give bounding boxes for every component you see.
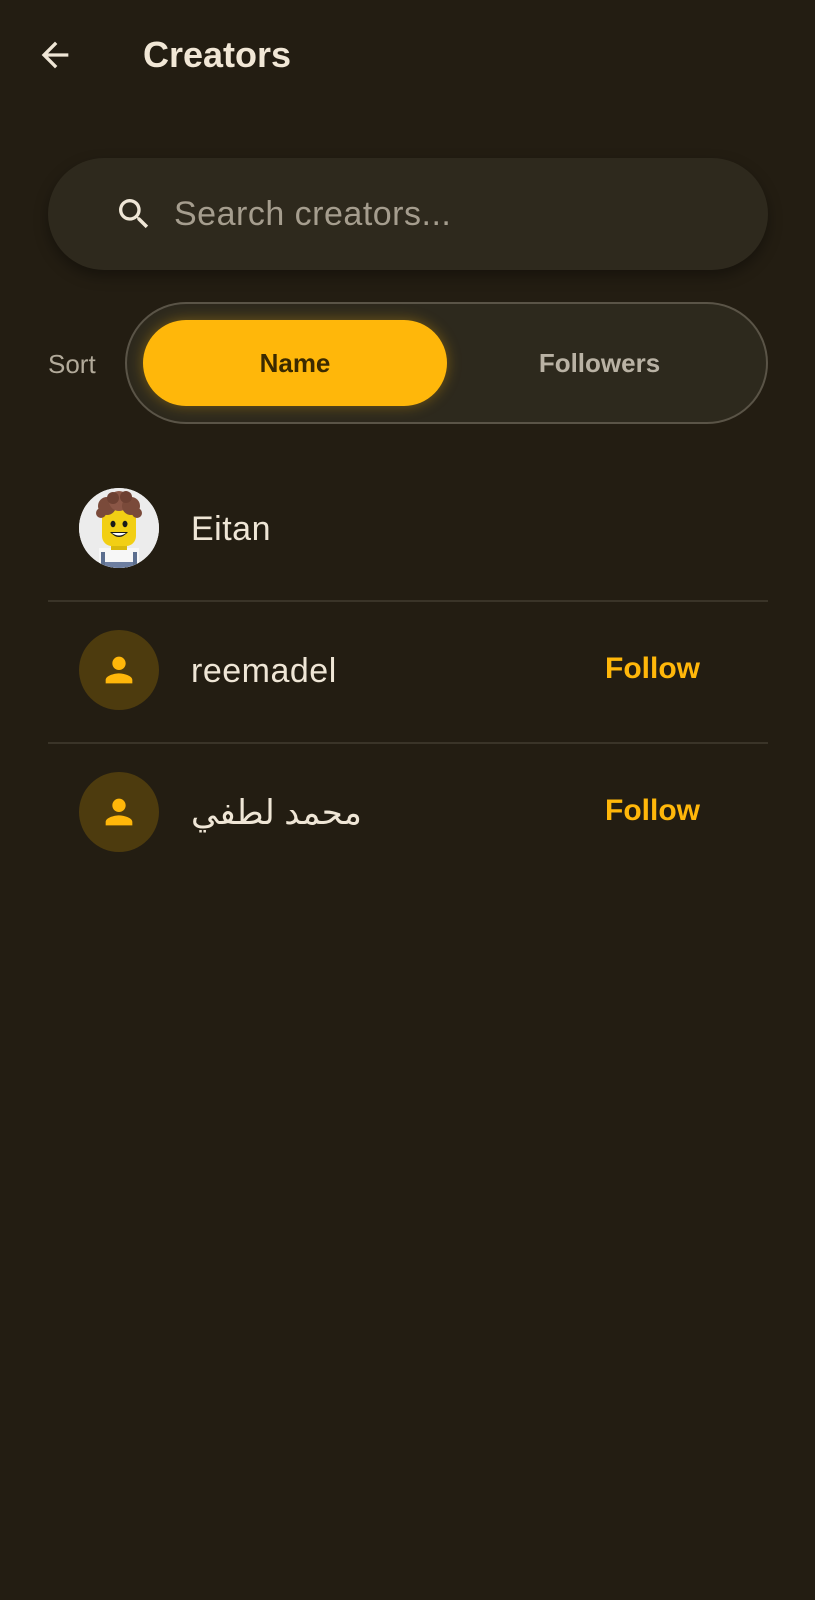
sort-option-followers[interactable]: Followers — [447, 320, 752, 406]
avatar — [79, 772, 159, 852]
creator-row[interactable]: محمد لطفي Follow — [48, 744, 768, 886]
creator-row[interactable]: Eitan — [48, 460, 768, 602]
creator-row[interactable]: reemadel Follow — [48, 602, 768, 744]
avatar — [79, 488, 159, 568]
creator-name: محمد لطفي — [191, 794, 362, 832]
person-icon — [105, 656, 133, 684]
sort-segmented-control: Name Followers — [125, 302, 768, 424]
follow-button[interactable]: Follow — [605, 646, 700, 692]
sort-label: Sort — [48, 349, 96, 379]
search-bar[interactable] — [48, 158, 768, 270]
avatar-photo — [79, 488, 159, 568]
arrow-back-icon — [41, 41, 69, 69]
app-bar: Creators — [0, 0, 815, 110]
person-icon — [105, 798, 133, 826]
back-button[interactable] — [32, 32, 78, 78]
sort-option-name[interactable]: Name — [143, 320, 447, 406]
follow-button[interactable]: Follow — [605, 788, 700, 834]
creator-list: Eitan reemadel Follow محمد لطفي Follow — [48, 460, 768, 886]
search-icon — [119, 199, 149, 229]
creator-name: Eitan — [191, 510, 271, 548]
page-title: Creators — [143, 34, 292, 75]
avatar — [79, 630, 159, 710]
creator-name: reemadel — [191, 652, 337, 690]
search-input[interactable] — [174, 186, 734, 242]
